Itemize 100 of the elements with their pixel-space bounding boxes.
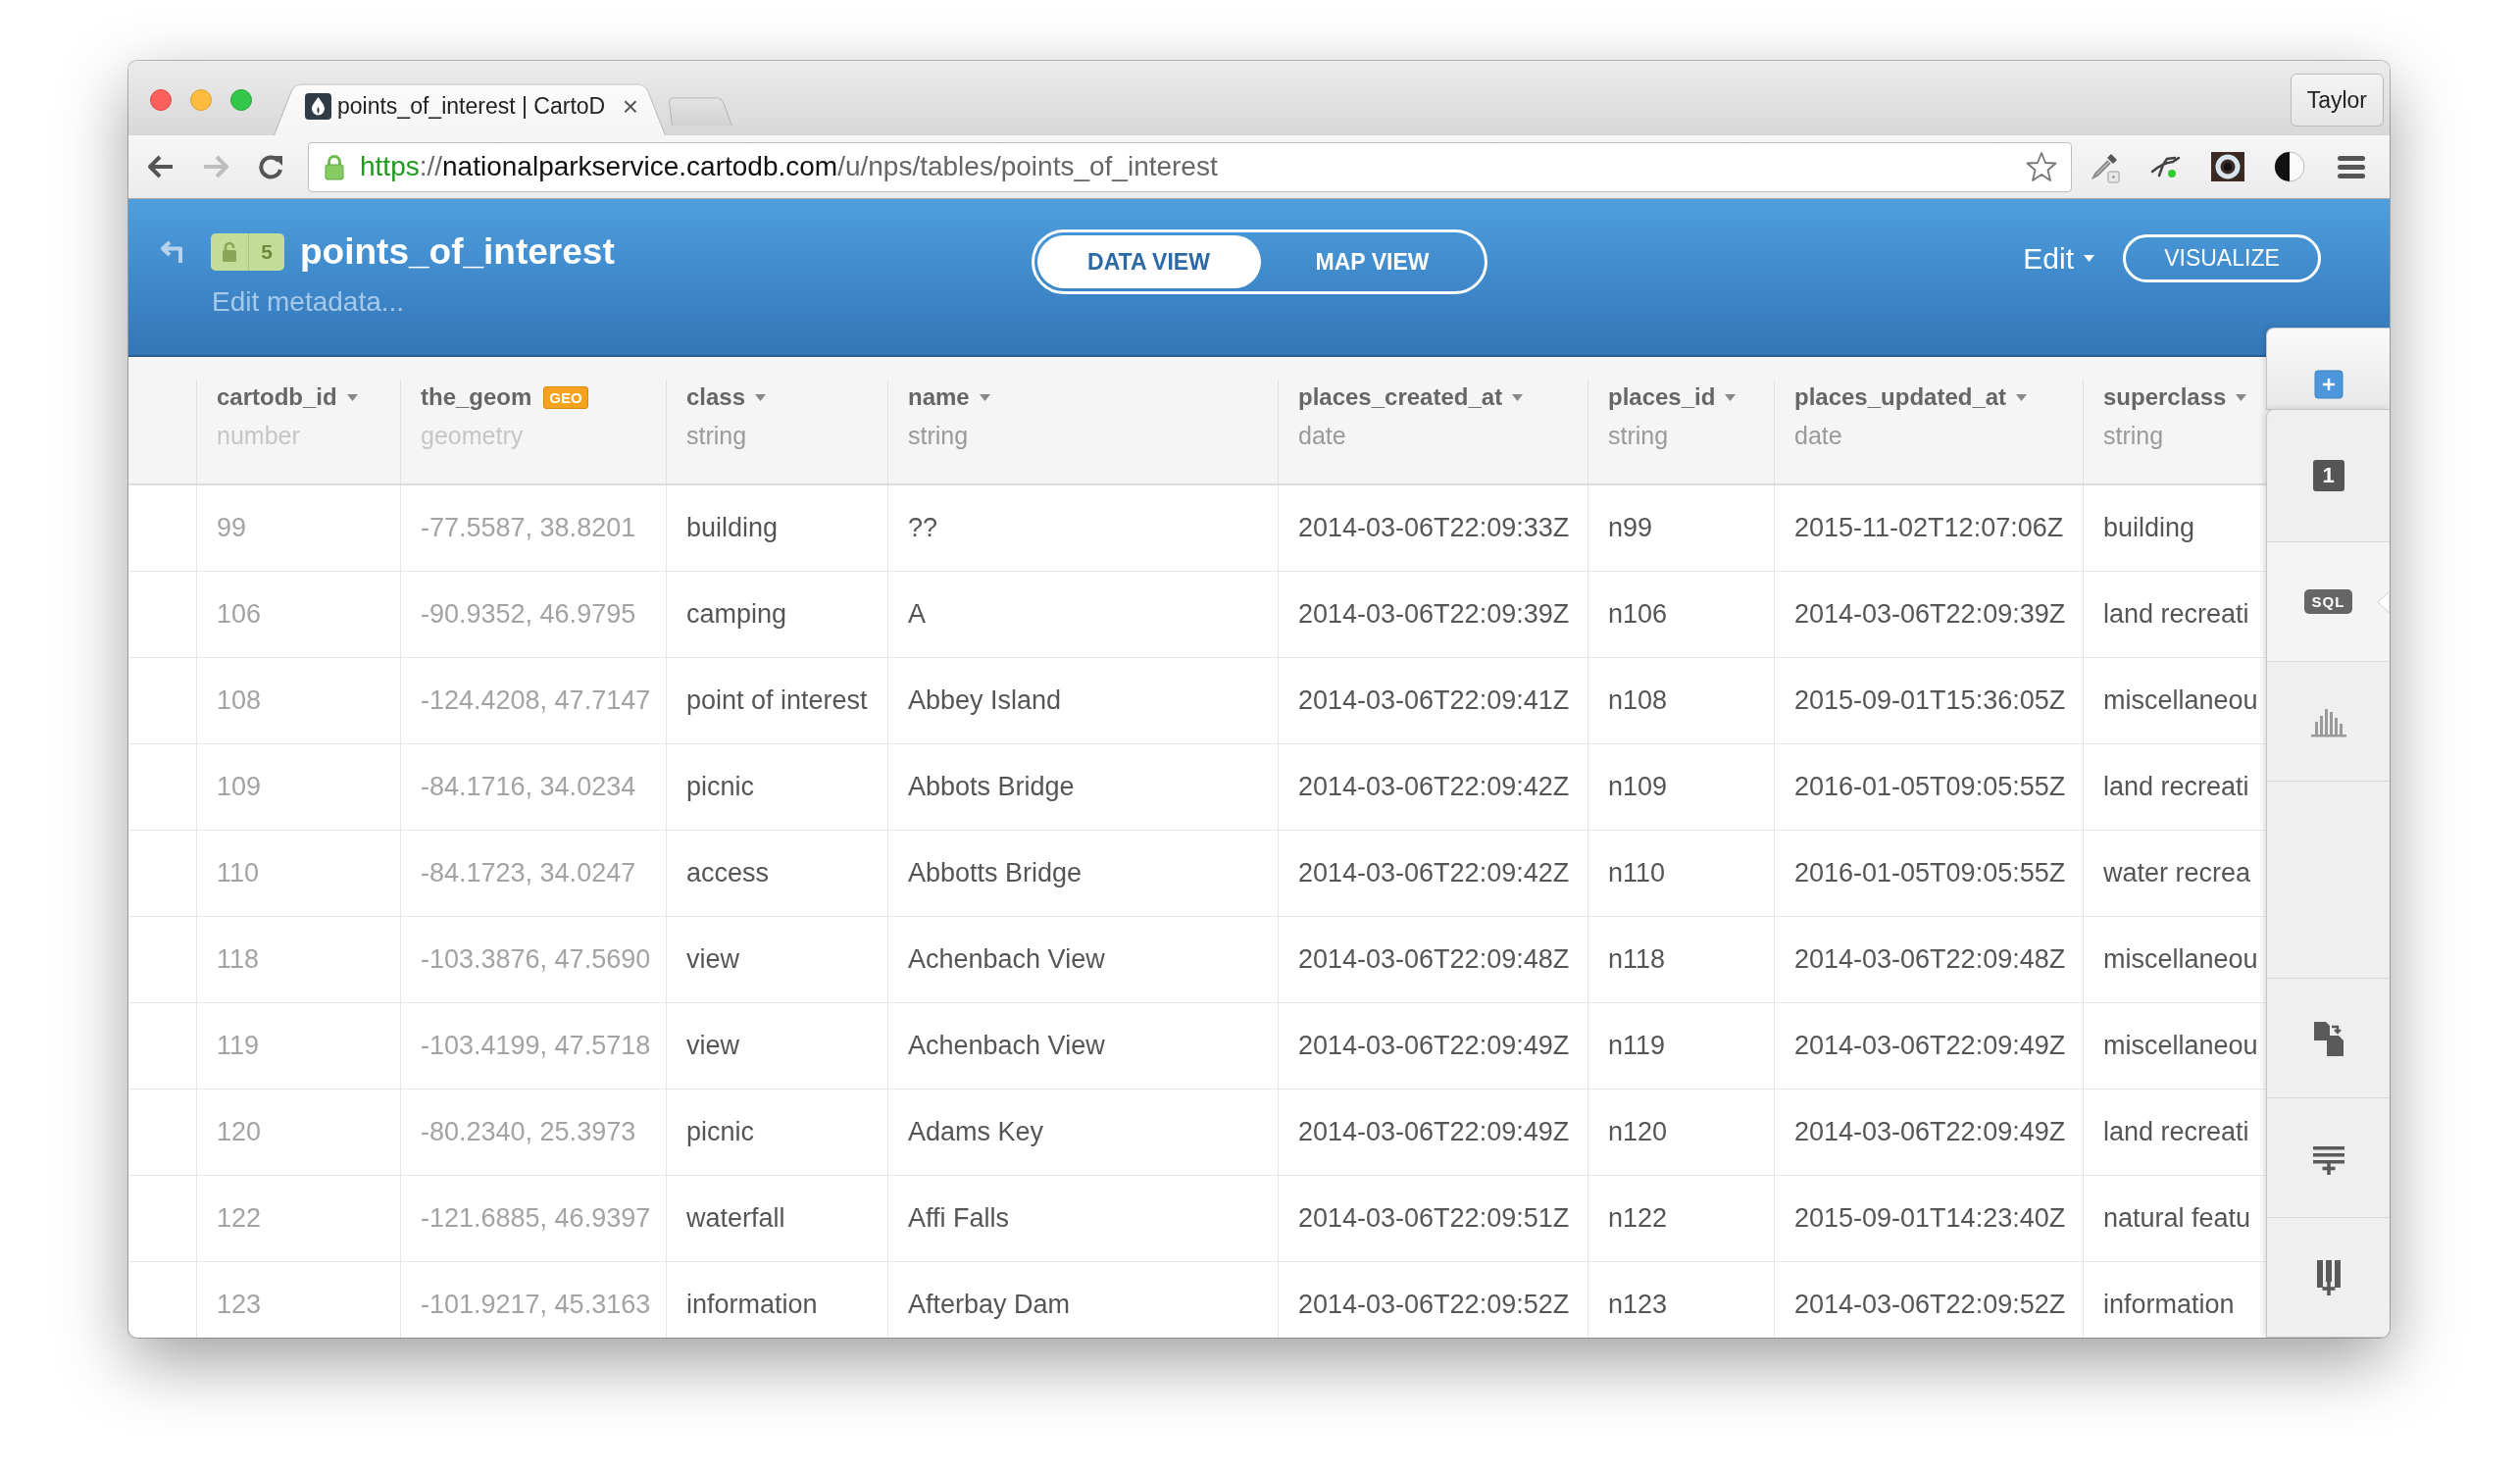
table-cell: 106 [196,572,400,657]
table-cell: -103.4199, 47.5718 [400,1003,666,1089]
table-cell: n118 [1588,917,1774,1002]
close-window-icon[interactable] [150,89,172,111]
table-cell: n109 [1588,744,1774,830]
table-cell: 123 [196,1262,400,1338]
column-type: string [908,421,970,451]
table-cell: n108 [1588,658,1774,743]
table-cell: -103.3876, 47.5690 [400,917,666,1002]
table-cell: 2014-03-06T22:09:52Z [1774,1262,2083,1338]
caret-icon[interactable] [979,393,990,401]
table-cell: A [887,572,1278,657]
table-cell: 2014-03-06T22:09:51Z [1278,1176,1588,1261]
table-cell: -80.2340, 25.3973 [400,1090,666,1175]
table-cell: 2014-03-06T22:09:39Z [1774,572,2083,657]
table-cell: ?? [887,485,1278,571]
tab-title: points_of_interest | CartoD [337,93,607,120]
minimize-window-icon[interactable] [190,89,212,111]
table-cell: 2014-03-06T22:09:52Z [1278,1262,1588,1338]
table-cell: 2014-03-06T22:09:48Z [1278,917,1588,1002]
column-name[interactable]: name [908,383,970,411]
table-cell: Afterbay Dam [887,1262,1278,1338]
table-cell: n99 [1588,485,1774,571]
table-cell: Abbotts Bridge [887,831,1278,916]
view-tab[interactable]: MAP VIEW [1260,235,1485,288]
caret-icon[interactable] [1725,393,1737,401]
table-cell: Abbots Bridge [887,744,1278,830]
visualize-button[interactable]: VISUALIZE [2123,234,2321,282]
table-cell: 2015-09-01T15:36:05Z [1774,658,2083,743]
column-type: string [1608,421,1670,451]
caret-icon[interactable] [1512,393,1524,401]
table-cell: -101.9217, 45.3163 [400,1262,666,1338]
zoom-window-icon[interactable] [230,89,252,111]
column-name[interactable]: the_geom [421,383,532,411]
table-cell: 2014-03-06T22:09:39Z [1278,572,1588,657]
close-tab-button[interactable]: × [616,92,644,121]
caret-icon[interactable] [2236,393,2247,401]
table-cell: 99 [196,485,400,571]
column-name[interactable]: class [686,383,746,411]
table-cell: 2014-03-06T22:09:49Z [1774,1003,2083,1089]
caret-icon[interactable] [755,393,767,401]
table-cell: view [666,1003,887,1089]
column-name[interactable]: superclass [2103,383,2227,411]
table-title: points_of_interest [300,231,615,273]
ring-icon[interactable] [2211,150,2244,183]
table-cell: 2016-01-05T09:05:55Z [1774,831,2083,916]
star-icon[interactable] [2026,151,2057,182]
table-cell: picnic [666,744,887,830]
table-cell: n122 [1588,1176,1774,1261]
column-name[interactable]: places_id [1608,383,1716,411]
browser-tab[interactable]: points_of_interest | CartoD × [274,77,666,135]
table-cell: -90.9352, 46.9795 [400,572,666,657]
table-cell: 2014-03-06T22:09:33Z [1278,485,1588,571]
privacy-count: 5 [248,233,284,271]
plus-icon[interactable] [2313,370,2344,399]
table-cell: 118 [196,917,400,1002]
view-tab[interactable]: DATA VIEW [1036,235,1261,288]
column-name[interactable]: cartodb_id [217,383,337,411]
table-cell: -77.5587, 38.8201 [400,485,666,571]
sql-button[interactable]: SQL [2267,542,2390,662]
table-cell: 2016-01-05T09:05:55Z [1774,744,2083,830]
table-cell: 119 [196,1003,400,1089]
caret-icon[interactable] [2084,255,2094,262]
edit-menu-button[interactable]: Edit [2023,241,2094,276]
reload-icon[interactable] [257,154,284,179]
table-cell: 2015-11-02T12:07:06Z [1774,485,2083,571]
column-name[interactable]: places_created_at [1298,383,1503,411]
column-type: string [686,421,748,451]
table-cell: building [666,485,887,571]
table-cell: access [666,831,887,916]
caret-icon[interactable] [2016,393,2028,401]
table-cell: 2014-03-06T22:09:49Z [1278,1090,1588,1175]
table-cell: 120 [196,1090,400,1175]
table-cell: waterfall [666,1176,887,1261]
address-bar[interactable]: https://nationalparkservice.cartodb.com/u/nps/tables/points_of_interest [308,141,2072,192]
table-cell: 2014-03-06T22:09:41Z [1278,658,1588,743]
table-cell: n123 [1588,1262,1774,1338]
table-cell: picnic [666,1090,887,1175]
column-name[interactable]: places_updated_at [1794,383,2007,411]
table-cell: 2014-03-06T22:09:49Z [1278,1003,1588,1089]
table-cell: -84.1723, 34.0247 [400,831,666,916]
table-cell: view [666,917,887,1002]
lock-icon [325,153,344,180]
table-cell: n106 [1588,572,1774,657]
forward-icon[interactable] [202,154,229,179]
back-icon[interactable] [147,154,175,179]
pointer-icon [2378,590,2390,613]
geo-badge: GEO [543,385,588,409]
table-cell: 2014-03-06T22:09:42Z [1278,831,1588,916]
table-cell: n110 [1588,831,1774,916]
table-cell: Affi Falls [887,1176,1278,1261]
table-cell: Achenbach View [887,917,1278,1002]
table-cell: -124.4208, 47.7147 [400,658,666,743]
profile-button[interactable]: Taylor [2290,74,2384,127]
table-cell: 122 [196,1176,400,1261]
half-circle-icon[interactable] [2273,150,2306,183]
privacy-badge[interactable]: 5 [211,233,284,271]
table-cell: information [666,1262,887,1338]
caret-icon[interactable] [346,393,358,401]
favicon-icon [305,93,331,120]
